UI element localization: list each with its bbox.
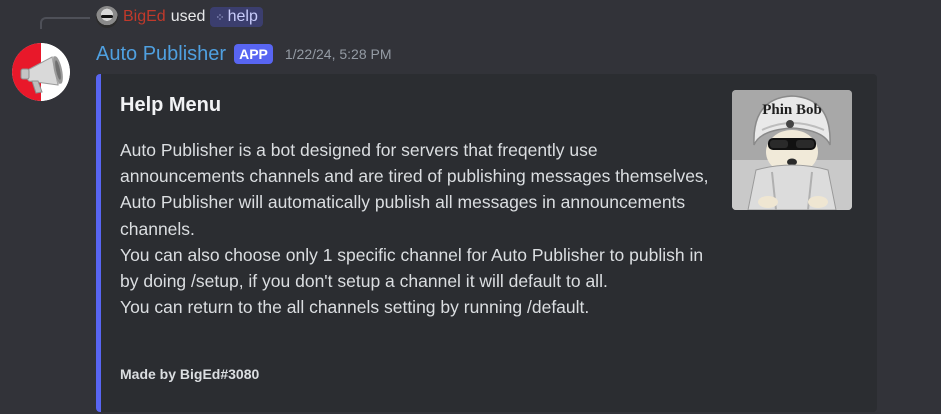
command-name: help	[227, 8, 258, 25]
slash-command-icon: ⁘	[215, 11, 224, 24]
embed-card: Help Menu Auto Publisher is a bot design…	[96, 74, 877, 412]
dog-in-hoodie-image: Phin Bob	[732, 90, 852, 210]
message-header: Auto Publisher APP 1/22/24, 5:28 PM	[96, 41, 392, 67]
reply-used-text: used	[170, 8, 206, 25]
embed-description-line: Auto Publisher is a bot designed for ser…	[120, 140, 709, 239]
embed-description-line: You can return to the all channels setti…	[120, 297, 590, 318]
embed-footer: Made by BigEd#3080	[120, 366, 260, 382]
thumbnail-logo-text: Phin Bob	[762, 102, 822, 118]
bot-name[interactable]: Auto Publisher	[96, 43, 226, 66]
embed-description-line: You can also choose only 1 specific chan…	[120, 244, 704, 292]
message-timestamp[interactable]: 1/22/24, 5:28 PM	[285, 46, 392, 62]
command-chip[interactable]: ⁘ help	[210, 7, 263, 27]
reply-connector	[40, 17, 90, 29]
embed-description: Auto Publisher is a bot designed for ser…	[120, 137, 720, 320]
embed-thumbnail[interactable]: Phin Bob	[732, 90, 852, 210]
megaphone-icon	[12, 43, 70, 101]
reply-user-avatar[interactable]	[96, 6, 118, 28]
bot-avatar[interactable]	[12, 43, 70, 101]
reply-username[interactable]: BigEd	[123, 8, 166, 26]
embed-title: Help Menu	[120, 94, 222, 116]
app-badge: APP	[234, 44, 273, 64]
command-reply-context: BigEd used ⁘ help	[96, 5, 263, 29]
